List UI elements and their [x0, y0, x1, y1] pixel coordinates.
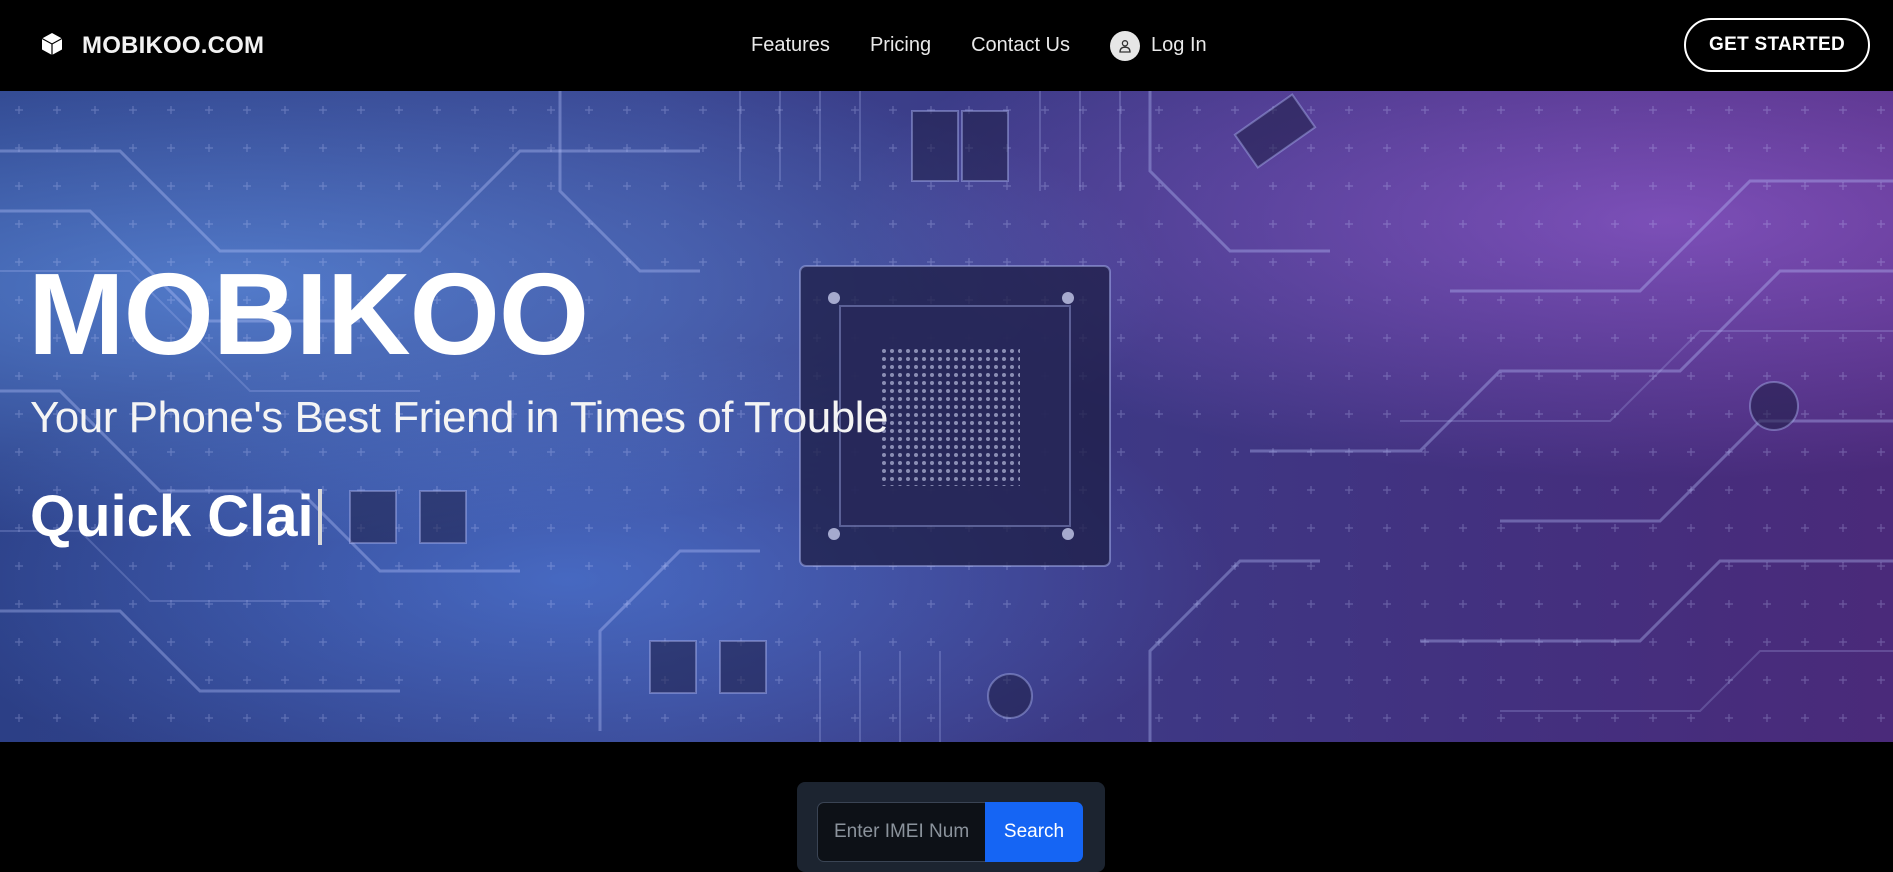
brand[interactable]: MOBIKOO.COM: [38, 32, 264, 60]
imei-search-panel: Search: [797, 782, 1105, 872]
nav-link-pricing[interactable]: Pricing: [870, 34, 931, 57]
login-label: Log In: [1151, 34, 1207, 56]
hero-banner: MOBIKOO Your Phone's Best Friend in Time…: [0, 91, 1893, 742]
brand-name: MOBIKOO.COM: [82, 31, 265, 59]
typed-text: Quick Clai: [30, 484, 314, 549]
typing-headline: Quick Clai: [30, 483, 322, 550]
user-icon: [1110, 30, 1141, 61]
nav-links: Features Pricing Contact Us Log In: [751, 0, 1207, 91]
hero-subtitle: Your Phone's Best Friend in Times of Tro…: [30, 393, 888, 442]
typing-caret: [317, 488, 322, 545]
search-button[interactable]: Search: [985, 802, 1083, 862]
cube-icon: [38, 30, 66, 58]
nav-link-contact-us[interactable]: Contact Us: [971, 34, 1070, 57]
top-navbar: MOBIKOO.COM Features Pricing Contact Us …: [0, 0, 1893, 91]
hero-title: MOBIKOO: [28, 249, 589, 379]
login-link[interactable]: Log In: [1110, 30, 1207, 61]
imei-search-input[interactable]: [817, 802, 985, 862]
nav-link-features[interactable]: Features: [751, 34, 830, 57]
get-started-button[interactable]: GET STARTED: [1684, 18, 1870, 72]
